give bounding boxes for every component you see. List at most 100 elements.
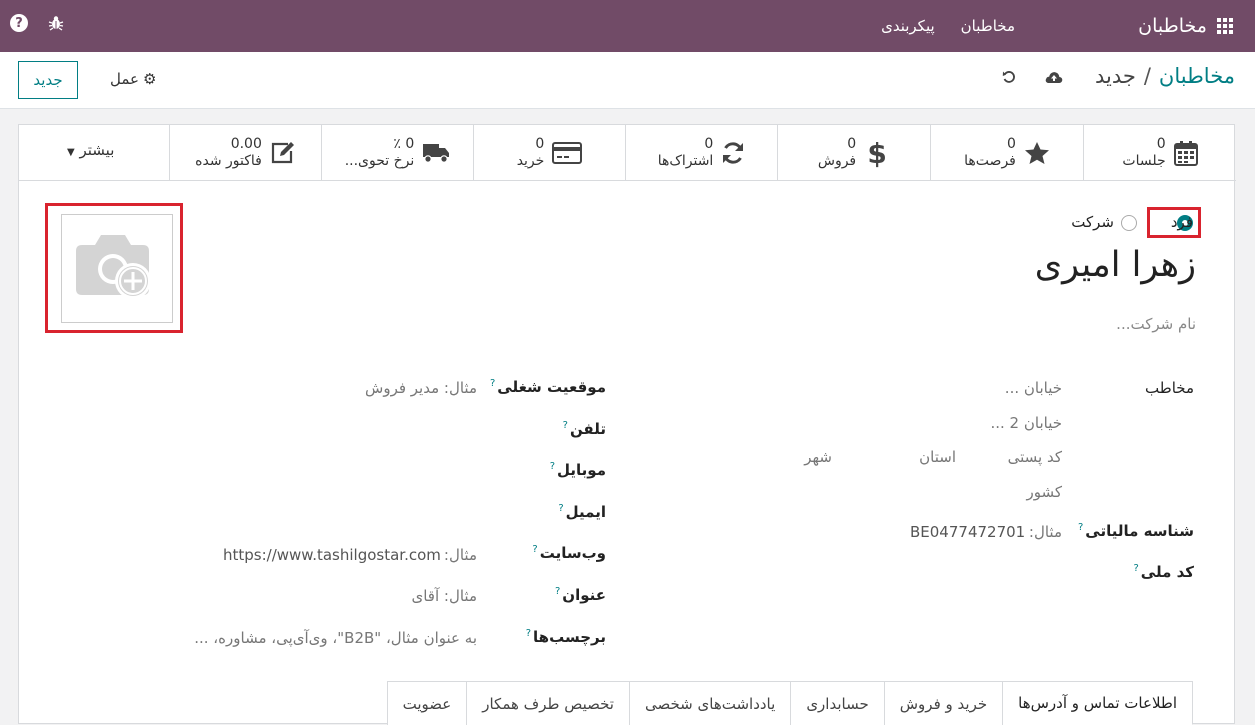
stat-button-delivery-rate[interactable]: 0 ٪ نرخ تحوی... <box>321 125 473 181</box>
website-field[interactable]: https://www.tashilgostar.com <box>223 546 441 564</box>
stat-button-sales[interactable]: $ 0 فروش <box>777 125 930 181</box>
tab-sales-purchase[interactable]: خرید و فروش <box>883 681 1004 725</box>
stat-opportunities-label: فرصت‌ها <box>964 153 1016 169</box>
discard-icon[interactable] <box>1002 70 1016 84</box>
name-field[interactable]: زهرا امیری <box>1035 245 1196 285</box>
email-label-text: ایمیل <box>565 503 606 521</box>
company-name-field[interactable]: نام شرکت... <box>1116 315 1196 333</box>
stat-delivery-label: نرخ تحوی... <box>344 153 415 169</box>
phone-label-text: تلفن <box>569 420 606 438</box>
apps-grid-icon[interactable] <box>1217 18 1233 34</box>
stat-buttons-bar: 0جلسات 0فرصت‌ها $ 0فروش 0اشتراک‌ها <box>19 125 1236 181</box>
street2-field[interactable]: خیابان 2 ... <box>990 414 1062 432</box>
title-field[interactable]: مثال: آقای <box>411 587 477 605</box>
refresh-icon <box>723 142 744 164</box>
stat-delivery-value: 0 ٪ <box>393 136 415 152</box>
state-field[interactable]: استان <box>919 448 956 466</box>
tags-label: برچسب‌ها? <box>526 628 606 646</box>
title-label: عنوان? <box>555 586 606 604</box>
stat-meetings-value: 0 <box>1156 136 1166 152</box>
avatar-highlight <box>45 203 183 333</box>
more-button[interactable]: بیشتر ▼ <box>67 141 114 159</box>
national-id-help-icon[interactable]: ? <box>1133 563 1138 574</box>
street-field[interactable]: خیابان ... <box>1005 379 1062 397</box>
stat-button-meetings[interactable]: 0 جلسات <box>1083 125 1236 181</box>
website-label: وب‌سایت? <box>532 544 606 562</box>
new-button[interactable]: جدید <box>18 61 78 99</box>
breadcrumb-separator: / <box>1143 64 1151 88</box>
radio-company[interactable] <box>1121 215 1137 231</box>
address-label: مخاطب <box>1145 379 1194 397</box>
stat-invoiced-value: 0.00 <box>230 136 262 152</box>
national-id-label: کد ملی? <box>1133 563 1194 581</box>
phone-label: تلفن? <box>563 420 606 438</box>
systray: ? <box>10 14 64 32</box>
more-label: بیشتر <box>79 141 115 159</box>
stat-button-subscriptions[interactable]: 0 اشتراک‌ها <box>625 125 777 181</box>
dollar-icon: $ <box>867 136 887 170</box>
tab-accounting[interactable]: حسابداری <box>790 681 885 725</box>
vat-help-icon[interactable]: ? <box>1078 522 1083 533</box>
mobile-help-icon[interactable]: ? <box>550 461 555 472</box>
app-name[interactable]: مخاطبان <box>1138 15 1207 37</box>
help-icon[interactable]: ? <box>10 14 28 32</box>
email-help-icon[interactable]: ? <box>558 503 563 514</box>
stat-meetings-label: جلسات <box>1122 153 1166 169</box>
city-field[interactable]: شهر <box>804 448 832 466</box>
stat-subscriptions-value: 0 <box>704 136 714 152</box>
stat-button-opportunities[interactable]: 0 فرصت‌ها <box>930 125 1083 181</box>
tags-label-text: برچسب‌ها <box>533 628 606 646</box>
tab-membership[interactable]: عضویت <box>386 681 468 725</box>
radio-company-label[interactable]: شرکت <box>1071 213 1114 231</box>
vat-field[interactable]: BE0477472701 <box>910 523 1025 541</box>
vat-label-text: شناسه مالیاتی <box>1085 522 1194 540</box>
save-cloud-icon[interactable] <box>1045 70 1063 84</box>
website-prefix: مثال: <box>443 546 477 564</box>
stat-button-invoiced[interactable]: 0.00 فاکتور شده <box>169 125 321 181</box>
website-help-icon[interactable]: ? <box>532 544 537 555</box>
tab-partner-assignment[interactable]: تخصیص طرف همکار <box>466 681 630 725</box>
job-position-field[interactable]: مثال: مدیر فروش <box>365 379 477 397</box>
tab-contacts-addresses[interactable]: اطلاعات تماس و آدرس‌ها <box>1002 681 1193 725</box>
truck-icon <box>423 144 450 163</box>
vat-label: شناسه مالیاتی? <box>1078 522 1194 540</box>
main-menu: مخاطبان پیکربندی <box>881 0 1015 52</box>
breadcrumb-parent[interactable]: مخاطبان <box>1159 64 1235 88</box>
edit-icon <box>271 142 294 164</box>
country-field[interactable]: کشور <box>1026 483 1062 501</box>
tags-help-icon[interactable]: ? <box>526 628 531 639</box>
menu-item-contacts[interactable]: مخاطبان <box>961 17 1015 35</box>
vat-prefix: مثال: <box>1028 523 1062 541</box>
tab-internal-notes[interactable]: یادداشت‌های شخصی <box>628 681 792 725</box>
star-icon <box>1024 142 1049 164</box>
avatar-upload[interactable] <box>61 214 173 323</box>
title-help-icon[interactable]: ? <box>555 586 560 597</box>
job-help-icon[interactable]: ? <box>490 378 495 389</box>
website-label-text: وب‌سایت <box>539 544 606 562</box>
mobile-label-text: موبایل <box>557 461 606 479</box>
title-label-text: عنوان <box>562 586 606 604</box>
radio-individual-label[interactable]: فرد <box>1171 213 1193 231</box>
breadcrumb-current: جدید <box>1094 64 1136 88</box>
notebook-tabs: اطلاعات تماس و آدرس‌ها خرید و فروش حسابد… <box>386 681 1193 725</box>
zip-field[interactable]: کد پستی <box>1008 448 1062 466</box>
form-sheet: 0جلسات 0فرصت‌ها $ 0فروش 0اشتراک‌ها <box>18 124 1236 725</box>
action-label: عمل <box>110 70 139 88</box>
phone-help-icon[interactable]: ? <box>563 420 568 431</box>
app-brand[interactable]: مخاطبان <box>1138 0 1233 52</box>
menu-item-configuration[interactable]: پیکربندی <box>881 17 935 35</box>
credit-card-icon <box>552 142 583 164</box>
tags-field[interactable]: به عنوان مثال، "B2B"، وی‌آی‌پی، مشاوره، … <box>194 629 477 647</box>
stat-sales-label: فروش <box>817 153 857 169</box>
gear-icon: ⚙ <box>142 70 157 88</box>
breadcrumb: مخاطبان / جدید <box>1095 64 1235 88</box>
stat-purchase-value: 0 <box>535 136 545 152</box>
bug-icon[interactable] <box>48 15 64 31</box>
calendar-icon <box>1173 141 1198 166</box>
job-label-text: موقعیت شغلی <box>497 378 606 396</box>
action-button[interactable]: ⚙ عمل <box>110 70 156 88</box>
stat-sales-value: 0 <box>847 136 857 152</box>
caret-down-icon: ▼ <box>67 147 75 158</box>
stat-button-purchase[interactable]: 0 خرید <box>473 125 625 181</box>
job-position-label: موقعیت شغلی? <box>490 378 606 396</box>
